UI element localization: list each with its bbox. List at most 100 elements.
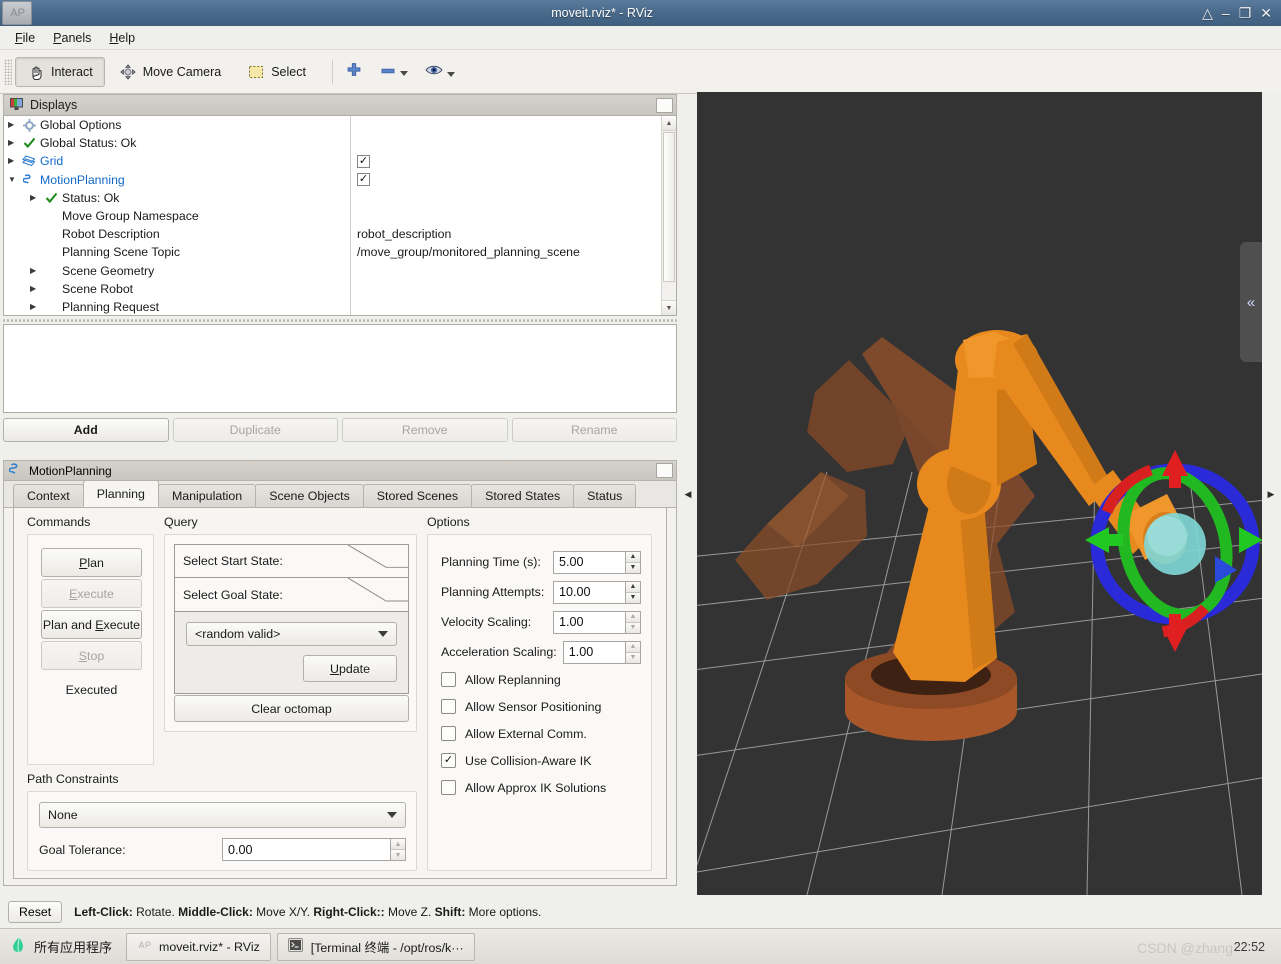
displays-splitter[interactable]	[3, 317, 677, 324]
menu-panels[interactable]: Panels	[46, 29, 98, 47]
goal-tolerance-value[interactable]: 0.00	[222, 838, 390, 861]
tab-manipulation[interactable]: Manipulation	[157, 484, 257, 507]
triangle-right-icon[interactable]	[30, 303, 43, 311]
tab-stored-states[interactable]: Stored States	[471, 484, 575, 507]
scroll-thumb[interactable]	[663, 132, 675, 282]
displays-tree-row[interactable]: Global Options	[4, 116, 350, 134]
path-constraint-combobox[interactable]: None	[39, 802, 406, 828]
displays-scrollbar[interactable]: ▲ ▼	[661, 116, 676, 315]
goal-state-combobox[interactable]: <random valid>	[186, 622, 397, 646]
eye-icon[interactable]	[424, 63, 444, 80]
select-goal-state-row[interactable]: Select Goal State:	[175, 578, 408, 611]
option-field-spinbox[interactable]: 5.00 ▲ ▼	[553, 550, 641, 574]
goal-tolerance-spinbox[interactable]: 0.00 ▲ ▼	[222, 838, 406, 861]
triangle-right-icon[interactable]	[30, 285, 43, 293]
spin-up-icon[interactable]: ▲	[626, 551, 640, 563]
displays-tree-row[interactable]: MotionPlanning	[4, 171, 350, 189]
checkbox-icon[interactable]: ✓	[441, 753, 456, 768]
spin-up-icon[interactable]: ▲	[391, 839, 405, 850]
minimize-button[interactable]: –	[1222, 6, 1230, 20]
triangle-down-icon[interactable]	[8, 176, 21, 184]
spin-down-icon[interactable]: ▼	[391, 850, 405, 860]
option-field-value[interactable]: 1.00	[562, 640, 625, 664]
displays-enable-checkbox[interactable]: ✓	[351, 152, 676, 170]
reset-button[interactable]: Reset	[8, 901, 63, 923]
taskbar-item-terminal[interactable]: [Terminal 终端 - /opt/ros/k···	[276, 932, 475, 961]
triangle-right-icon[interactable]	[8, 139, 21, 147]
option-field-value[interactable]: 1.00	[553, 610, 625, 634]
triangle-right-icon[interactable]	[8, 157, 21, 165]
spin-down-icon[interactable]: ▼	[626, 652, 640, 663]
taskbar-item-rviz[interactable]: moveit.rviz* - RViz	[126, 932, 271, 961]
spin-down-icon[interactable]: ▼	[626, 592, 640, 603]
left-dock-toggle[interactable]: ◀	[681, 485, 695, 503]
toolbar-grip[interactable]	[4, 58, 12, 85]
scroll-down-icon[interactable]: ▼	[662, 300, 676, 315]
option-field-spinbox[interactable]: 10.00 ▲ ▼	[553, 580, 641, 604]
maximize-button[interactable]: ❐	[1239, 6, 1252, 20]
plan-and-execute-button[interactable]: Plan and Execute	[41, 610, 142, 639]
displays-enable-checkbox[interactable]: ✓	[351, 171, 676, 189]
displays-tree-row[interactable]: Move Group Namespace	[4, 207, 350, 225]
3d-viewport[interactable]: «	[697, 92, 1262, 895]
plus-icon[interactable]	[345, 61, 363, 82]
motion-planning-float-button[interactable]	[656, 463, 673, 478]
eye-dropdown-caret-icon[interactable]	[446, 72, 455, 77]
displays-tree-row[interactable]: Status: Ok	[4, 189, 350, 207]
option-field-spinbox[interactable]: 1.00 ▲ ▼	[553, 610, 641, 634]
checkbox-icon[interactable]: ✓	[357, 173, 370, 187]
option-field-value[interactable]: 10.00	[553, 580, 625, 604]
tab-status[interactable]: Status	[573, 484, 637, 507]
option-checkbox-row[interactable]: Allow Sensor Positioning	[441, 693, 641, 720]
move-camera-tool-button[interactable]: Move Camera	[107, 57, 234, 87]
triangle-right-icon[interactable]	[30, 194, 43, 202]
spin-down-icon[interactable]: ▼	[626, 622, 640, 633]
minus-icon[interactable]	[379, 65, 397, 79]
option-checkbox-row[interactable]: Allow Replanning	[441, 666, 641, 693]
checkbox-icon[interactable]	[441, 672, 456, 687]
clear-octomap-button[interactable]: Clear octomap	[174, 695, 409, 722]
checkbox-icon[interactable]	[441, 780, 456, 795]
option-field-spinbox[interactable]: 1.00 ▲ ▼	[562, 640, 641, 664]
displays-tree-row[interactable]: Global Status: Ok	[4, 134, 350, 152]
triangle-right-icon[interactable]	[8, 121, 21, 129]
close-button[interactable]: ✕	[1260, 6, 1272, 20]
interact-tool-button[interactable]: Interact	[15, 56, 105, 87]
displays-tree[interactable]: Global Options Global Status: Ok Grid Motio…	[3, 115, 677, 316]
minus-dropdown-caret-icon[interactable]	[399, 70, 408, 76]
add-display-button[interactable]: Add	[3, 418, 169, 442]
tab-planning[interactable]: Planning	[82, 480, 159, 507]
right-dock-toggle[interactable]: ▶	[1264, 485, 1278, 503]
displays-tree-row[interactable]: Planning Request	[4, 298, 350, 315]
scroll-up-icon[interactable]: ▲	[662, 116, 676, 131]
update-button[interactable]: Update	[303, 655, 397, 682]
displays-float-button[interactable]	[656, 97, 673, 113]
tab-context[interactable]: Context	[13, 484, 84, 507]
shade-button[interactable]: △	[1202, 6, 1213, 20]
option-checkbox-row[interactable]: Allow External Comm.	[441, 720, 641, 747]
option-field-value[interactable]: 5.00	[553, 550, 625, 574]
displays-tree-row[interactable]: Grid	[4, 152, 350, 170]
plan-button[interactable]: Plan	[41, 548, 142, 577]
menu-file[interactable]: File	[8, 29, 42, 47]
option-checkbox-row[interactable]: Allow Approx IK Solutions	[441, 774, 641, 801]
spin-up-icon[interactable]: ▲	[626, 641, 640, 653]
select-start-state-row[interactable]: Select Start State:	[175, 545, 408, 578]
viewport-collapse-handle[interactable]: «	[1240, 242, 1262, 362]
option-checkbox-row[interactable]: ✓ Use Collision-Aware IK	[441, 747, 641, 774]
spin-down-icon[interactable]: ▼	[626, 562, 640, 573]
triangle-right-icon[interactable]	[30, 267, 43, 275]
checkbox-icon[interactable]	[441, 726, 456, 741]
tab-stored-scenes[interactable]: Stored Scenes	[362, 484, 473, 507]
displays-tree-row[interactable]: Robot Description	[4, 225, 350, 243]
checkbox-icon[interactable]	[441, 699, 456, 714]
checkbox-icon[interactable]: ✓	[357, 154, 370, 168]
displays-tree-row[interactable]: Planning Scene Topic	[4, 243, 350, 261]
displays-tree-row[interactable]: Scene Robot	[4, 280, 350, 298]
spin-up-icon[interactable]: ▲	[626, 611, 640, 623]
spin-up-icon[interactable]: ▲	[626, 581, 640, 593]
tab-scene-objects[interactable]: Scene Objects	[255, 484, 364, 507]
select-tool-button[interactable]: Select	[235, 57, 318, 87]
menu-help[interactable]: Help	[102, 29, 142, 47]
activities-button[interactable]: 所有应用程序	[6, 936, 120, 958]
